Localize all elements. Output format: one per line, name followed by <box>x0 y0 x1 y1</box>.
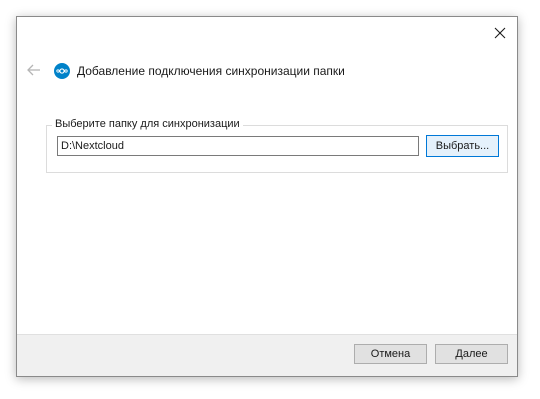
page-title: Добавление подключения синхронизации пап… <box>77 64 345 78</box>
choose-folder-button[interactable]: Выбрать... <box>426 135 499 157</box>
nextcloud-logo-icon <box>54 63 70 79</box>
folder-groupbox: Выберите папку для синхронизации Выбрать… <box>46 118 508 173</box>
next-button[interactable]: Далее <box>435 344 508 364</box>
folder-path-input[interactable] <box>57 136 419 156</box>
back-button[interactable] <box>25 62 43 78</box>
dialog-footer: Отмена Далее <box>17 334 517 376</box>
dialog-window: Добавление подключения синхронизации пап… <box>16 16 518 377</box>
back-arrow-icon <box>27 64 40 76</box>
cancel-button[interactable]: Отмена <box>354 344 427 364</box>
close-button[interactable] <box>489 23 511 43</box>
groupbox-caption: Выберите папку для синхронизации <box>52 118 243 130</box>
dialog-header: Добавление подключения синхронизации пап… <box>54 61 345 81</box>
close-icon <box>494 27 506 39</box>
